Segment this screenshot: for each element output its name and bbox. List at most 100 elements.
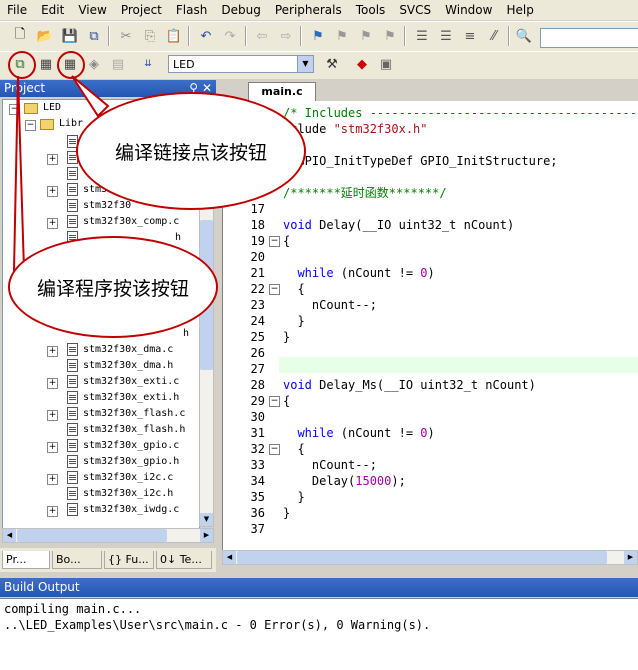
download-icon[interactable]: ⇊ — [138, 54, 158, 74]
scroll-left-icon[interactable]: ◀ — [223, 551, 236, 564]
expand-icon[interactable]: + — [47, 154, 58, 165]
tree-file-partial[interactable]: h — [183, 326, 189, 342]
tree-file[interactable]: stm32f30x_iwdg.c — [83, 502, 179, 518]
expand-icon[interactable]: + — [47, 410, 58, 421]
menu-peripherals[interactable]: Peripherals — [268, 0, 349, 20]
editor-horizontal-scrollbar[interactable]: ◀ ▶ — [222, 550, 638, 565]
code-line[interactable]: /*******延时函数*******/ — [283, 185, 447, 201]
copy-icon[interactable]: ⎘ — [140, 26, 160, 46]
code-line[interactable]: nCount--; — [283, 457, 377, 473]
target-options-icon[interactable]: ⚒ — [322, 54, 342, 74]
unindent-icon[interactable]: ☰ — [436, 26, 456, 46]
scroll-right-icon[interactable]: ▶ — [200, 529, 213, 542]
menu-file[interactable]: File — [0, 0, 34, 20]
expand-icon[interactable]: + — [47, 186, 58, 197]
tree-file[interactable]: stm32f30x_gpio.c — [83, 438, 179, 454]
tree-file[interactable]: stm32f30x_dma.c — [83, 342, 173, 358]
fold-toggle-icon[interactable]: − — [269, 444, 280, 455]
bookmark-icon[interactable]: ⚑ — [308, 26, 328, 46]
code-line[interactable]: void Delay_Ms(__IO uint32_t nCount) — [283, 377, 536, 393]
fold-toggle-icon[interactable]: − — [269, 396, 280, 407]
tree-file[interactable]: stm32f30x_i2c.c — [83, 470, 173, 486]
clear-bookmarks-icon[interactable]: ⚑ — [380, 26, 400, 46]
batch-build-icon[interactable]: ◈ — [84, 54, 104, 74]
tab-templates[interactable]: 0↓ Te... — [156, 551, 212, 569]
tab-main-c[interactable]: main.c — [248, 82, 316, 102]
tree-file[interactable]: stm32f30x_comp.c — [83, 214, 179, 230]
code-line[interactable]: { — [283, 441, 304, 457]
menu-edit[interactable]: Edit — [34, 0, 71, 20]
tree-file[interactable]: stm32f30x_exti.c — [83, 374, 179, 390]
menu-svcs[interactable]: SVCS — [392, 0, 438, 20]
tree-file[interactable]: stm32f30x_gpio.h — [83, 454, 179, 470]
menu-tools[interactable]: Tools — [349, 0, 393, 20]
tree-file-partial[interactable]: stm32f30 — [83, 198, 131, 214]
code-line[interactable]: GPIO_InitTypeDef GPIO_InitStructure; — [283, 153, 557, 169]
fold-toggle-icon[interactable]: − — [269, 284, 280, 295]
menu-debug[interactable]: Debug — [214, 0, 267, 20]
redo-icon[interactable]: ↷ — [220, 26, 240, 46]
expand-icon[interactable]: + — [47, 474, 58, 485]
expand-icon[interactable]: + — [47, 442, 58, 453]
chevron-down-icon[interactable]: ▼ — [297, 56, 313, 72]
tree-file[interactable]: stm32f30x_exti.h — [83, 390, 179, 406]
tree-file[interactable]: stm32f30x_flash.h — [83, 422, 185, 438]
scroll-thumb[interactable] — [17, 529, 167, 542]
tab-books[interactable]: Bo... — [52, 551, 102, 569]
select-packs-icon[interactable]: ▣ — [376, 54, 396, 74]
cut-icon[interactable]: ✂ — [116, 26, 136, 46]
stop-build-icon[interactable]: ▤ — [108, 54, 128, 74]
tab-functions[interactable]: {} Fu... — [104, 551, 154, 569]
indent-icon[interactable]: ☰ — [412, 26, 432, 46]
code-line[interactable]: } — [283, 313, 304, 329]
menu-project[interactable]: Project — [114, 0, 169, 20]
code-line[interactable]: while (nCount != 0) — [283, 425, 434, 441]
code-line[interactable]: nclude "stm32f30x.h" — [283, 121, 428, 137]
code-line[interactable]: } — [283, 329, 290, 345]
code-line[interactable]: { — [283, 281, 304, 297]
new-file-icon[interactable]: 🗋 — [10, 26, 30, 46]
prev-bookmark-icon[interactable]: ⚑ — [332, 26, 352, 46]
tree-root-led[interactable]: LED — [43, 100, 61, 116]
expand-icon[interactable]: + — [47, 346, 58, 357]
comment-icon[interactable]: ≡ — [460, 26, 480, 46]
code-line[interactable]: } — [283, 489, 304, 505]
code-line[interactable]: void Delay(__IO uint32_t nCount) — [283, 217, 514, 233]
code-line[interactable]: /* Includes ----------------------------… — [283, 105, 638, 121]
scroll-left-icon[interactable]: ◀ — [3, 529, 16, 542]
tree-group-lib[interactable]: Libr — [59, 116, 83, 132]
code-line[interactable]: { — [283, 233, 290, 249]
save-all-icon[interactable]: ⧉ — [84, 26, 104, 46]
manage-components-icon[interactable]: ◆ — [352, 54, 372, 74]
tree-file[interactable]: stm32f30x_flash.c — [83, 406, 185, 422]
collapse-icon[interactable]: − — [25, 120, 36, 131]
menu-view[interactable]: View — [71, 0, 113, 20]
code-line[interactable]: nCount--; — [283, 297, 377, 313]
menu-help[interactable]: Help — [499, 0, 540, 20]
code-line[interactable]: } — [283, 505, 290, 521]
tree-file[interactable]: stm32f30x_dma.h — [83, 358, 173, 374]
menu-window[interactable]: Window — [438, 0, 499, 20]
find-in-files-icon[interactable]: 🔍 — [514, 26, 534, 46]
expand-icon[interactable]: + — [47, 378, 58, 389]
expand-icon[interactable]: + — [47, 506, 58, 517]
code-line[interactable]: while (nCount != 0) — [283, 265, 434, 281]
undo-icon[interactable]: ↶ — [196, 26, 216, 46]
paste-icon[interactable]: 📋 — [164, 26, 184, 46]
tab-project[interactable]: Pr... — [2, 551, 50, 569]
nav-back-icon[interactable]: ⇦ — [252, 26, 272, 46]
scroll-thumb[interactable] — [237, 551, 607, 564]
collapse-icon[interactable]: − — [9, 104, 20, 115]
find-combo[interactable] — [540, 28, 638, 48]
build-icon[interactable]: ▦ — [36, 54, 56, 74]
target-select[interactable]: LED ▼ — [168, 55, 314, 73]
code-line[interactable]: { — [283, 393, 290, 409]
scroll-right-icon[interactable]: ▶ — [624, 551, 637, 564]
menu-flash[interactable]: Flash — [169, 0, 214, 20]
project-horizontal-scrollbar[interactable]: ◀ ▶ — [2, 528, 214, 543]
save-icon[interactable]: 💾 — [60, 26, 80, 46]
expand-icon[interactable]: + — [47, 218, 58, 229]
tree-file[interactable]: stm32f30x_i2c.h — [83, 486, 173, 502]
tree-file-partial[interactable]: h — [175, 230, 181, 246]
scroll-down-icon[interactable]: ▼ — [200, 513, 213, 526]
